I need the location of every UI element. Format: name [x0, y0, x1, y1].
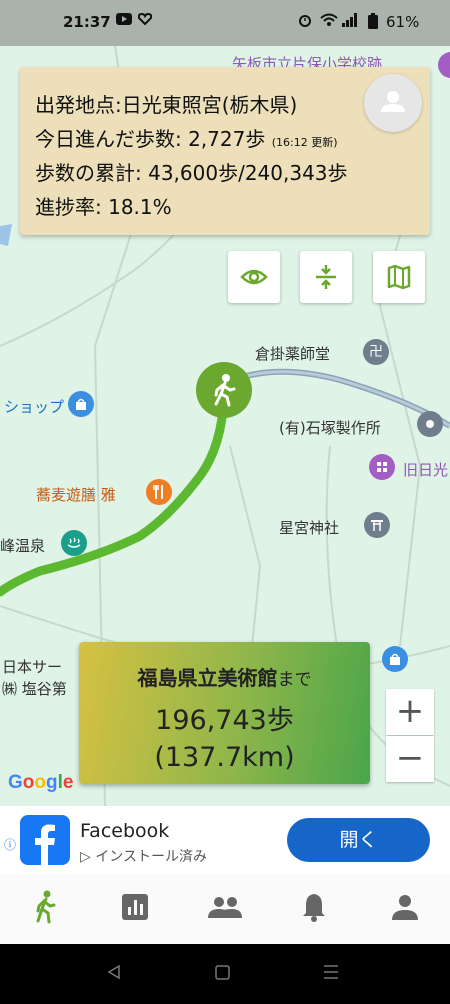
ad-title[interactable]: Facebook: [80, 820, 169, 842]
status-time: 21:37: [63, 13, 111, 31]
restaurant-pin-icon[interactable]: [146, 479, 172, 505]
poi-old-nikko[interactable]: 旧日光: [403, 459, 448, 480]
poi-soba[interactable]: 蕎麦遊膳 雅: [36, 484, 116, 505]
nav-walk[interactable]: [31, 890, 59, 928]
youtube-icon: [116, 13, 132, 29]
poi-ishizuka[interactable]: (有)石塚製作所: [279, 417, 381, 438]
destination-card: 福島県立美術館まで 196,743歩 (137.7km): [79, 642, 370, 784]
nav-profile[interactable]: [392, 894, 418, 924]
wifi-icon: [320, 13, 338, 31]
recents-icon[interactable]: [324, 965, 338, 979]
shopping-pin-icon[interactable]: [68, 391, 94, 417]
map-icon: [387, 264, 411, 290]
poi-shop[interactable]: ショップ: [4, 396, 64, 417]
progress-label: 進捗率: 18.1%: [35, 195, 172, 219]
system-nav-bar: [0, 944, 450, 1000]
visibility-button[interactable]: [228, 251, 280, 303]
facebook-logo-icon[interactable]: [20, 815, 70, 869]
open-button[interactable]: 開く: [287, 818, 430, 862]
status-bar: 21:37 61%: [0, 0, 450, 46]
hot-spring-pin-icon[interactable]: [61, 530, 87, 556]
battery-percent: 61%: [386, 13, 420, 31]
bell-icon: [303, 894, 325, 922]
map-type-button[interactable]: [373, 251, 425, 303]
google-logo: Google: [8, 772, 74, 793]
nav-friends[interactable]: [208, 896, 242, 922]
ad-info-icon[interactable]: ⓘ: [4, 836, 16, 853]
today-steps-label: 今日進んだ歩数: 2,727歩: [35, 127, 266, 151]
poi-onsen[interactable]: 峰温泉: [0, 535, 45, 556]
today-steps: 今日進んだ歩数: 2,727歩 (16:12 更新): [35, 123, 338, 152]
updated-time: (16:12 更新): [271, 136, 338, 149]
zoom-out-button[interactable]: −: [386, 736, 434, 782]
start-point-label: 出発地点:日光東照宮(栃木県): [35, 93, 298, 117]
shrine-pin-icon[interactable]: [364, 512, 390, 538]
poi-nihon-sa[interactable]: 日本サー: [2, 656, 62, 677]
remaining-distance: (137.7km): [154, 742, 295, 773]
walker-marker[interactable]: [196, 362, 252, 418]
chart-icon: [122, 894, 148, 920]
fit-route-button[interactable]: [300, 251, 352, 303]
ad-subtitle: ▷ インストール済み: [80, 846, 207, 866]
alarm-icon: [298, 13, 312, 31]
play-store-icon: ▷: [80, 849, 91, 865]
remaining-steps: 196,743歩: [155, 705, 294, 736]
poi-hoshimiya[interactable]: 星宮神社: [279, 517, 339, 538]
avatar[interactable]: [364, 74, 422, 132]
poi-yakushido[interactable]: 倉掛薬師堂: [255, 343, 330, 364]
walking-person-icon: [214, 374, 236, 407]
compress-vertical-icon: [316, 265, 336, 289]
destination-name: 福島県立美術館: [137, 666, 278, 690]
person-avatar-icon: [381, 91, 405, 112]
nav-stats[interactable]: [122, 894, 148, 924]
shopping-pin-icon-2[interactable]: [382, 646, 408, 672]
total-steps-label: 歩数の累計: 43,600歩/240,343歩: [35, 161, 348, 185]
nav-notifications[interactable]: [302, 892, 326, 926]
landmark-pin-icon[interactable]: [369, 454, 395, 480]
poi-shiotani[interactable]: ㈱ 塩谷第: [2, 678, 67, 699]
ad-install-status: インストール済み: [95, 849, 207, 865]
walk-icon: [36, 890, 56, 924]
destination-suffix: まで: [277, 670, 312, 690]
home-icon[interactable]: [215, 965, 230, 980]
signal-icon: [342, 13, 358, 31]
person-icon: [392, 895, 418, 920]
group-icon: [208, 897, 242, 918]
zoom-in-button[interactable]: +: [386, 689, 434, 735]
destination-title: 福島県立美術館まで: [79, 662, 370, 691]
app-notification-icon: [137, 12, 153, 29]
back-icon[interactable]: [107, 964, 120, 980]
factory-pin-icon[interactable]: [417, 411, 443, 437]
temple-pin-icon[interactable]: 卍: [363, 339, 389, 365]
battery-icon: [368, 13, 378, 33]
eye-icon: [240, 269, 268, 285]
